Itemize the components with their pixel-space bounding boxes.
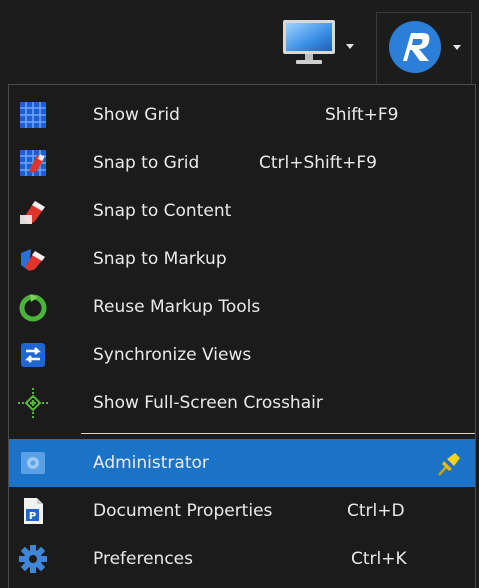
- menu-separator: [81, 433, 475, 434]
- snap-content-magnet-icon: [20, 201, 45, 224]
- menu-item-label: Preferences: [93, 549, 193, 569]
- view-options-menu: Show Grid Shift+F9 Snap to Grid Ctrl+Shi…: [8, 84, 476, 588]
- menu-item-label: Administrator: [93, 453, 209, 473]
- menu-item-label: Document Properties: [93, 501, 273, 521]
- sync-arrows-icon: [21, 343, 45, 367]
- menu-item-preferences[interactable]: Preferences Ctrl+K: [9, 535, 475, 583]
- top-toolbar: [0, 0, 479, 84]
- revu-logo-icon: [389, 21, 441, 73]
- menu-item-document-properties[interactable]: P Document Properties Ctrl+D: [9, 487, 475, 535]
- shortcut-label: Ctrl+D: [347, 501, 405, 521]
- app-menu-button[interactable]: [376, 12, 472, 84]
- menu-item-snap-to-content[interactable]: Snap to Content: [9, 187, 475, 235]
- shortcut-label: Shift+F9: [325, 105, 399, 125]
- menu-item-synchronize-views[interactable]: Synchronize Views: [9, 331, 475, 379]
- chevron-down-icon: [346, 44, 354, 49]
- pin-icon[interactable]: [435, 449, 463, 477]
- grid-icon: [20, 102, 46, 128]
- menu-item-snap-to-grid[interactable]: Snap to Grid Ctrl+Shift+F9: [9, 139, 475, 187]
- chevron-down-icon: [453, 45, 461, 50]
- crosshair-icon: [18, 388, 48, 418]
- menu-item-label: Snap to Markup: [93, 249, 227, 269]
- document-properties-icon: P: [24, 498, 43, 524]
- admin-gear-icon: [21, 452, 45, 474]
- snap-markup-magnet-icon: [21, 249, 45, 271]
- svg-text:P: P: [29, 511, 36, 522]
- preferences-gear-icon: [19, 545, 47, 573]
- menu-item-show-grid[interactable]: Show Grid Shift+F9: [9, 91, 475, 139]
- menu-item-show-full-screen-crosshair[interactable]: Show Full-Screen Crosshair: [9, 379, 475, 427]
- menu-item-administrator[interactable]: Administrator: [9, 439, 475, 487]
- display-mode-button[interactable]: [276, 12, 356, 72]
- menu-item-label: Synchronize Views: [93, 345, 252, 365]
- shortcut-label: Ctrl+Shift+F9: [259, 153, 377, 173]
- menu-item-snap-to-markup[interactable]: Snap to Markup: [9, 235, 475, 283]
- shortcut-label: Ctrl+K: [351, 549, 407, 569]
- menu-item-label: Show Grid: [93, 105, 180, 125]
- menu-item-label: Reuse Markup Tools: [93, 297, 261, 317]
- menu-item-label: Snap to Grid: [93, 153, 200, 173]
- monitor-icon: [283, 20, 335, 64]
- snap-grid-magnet-icon: [20, 150, 46, 176]
- reuse-circle-icon: [19, 294, 47, 322]
- menu-item-label: Show Full-Screen Crosshair: [93, 393, 323, 413]
- menu-item-label: Snap to Content: [93, 201, 232, 221]
- menu-item-reuse-markup-tools[interactable]: Reuse Markup Tools: [9, 283, 475, 331]
